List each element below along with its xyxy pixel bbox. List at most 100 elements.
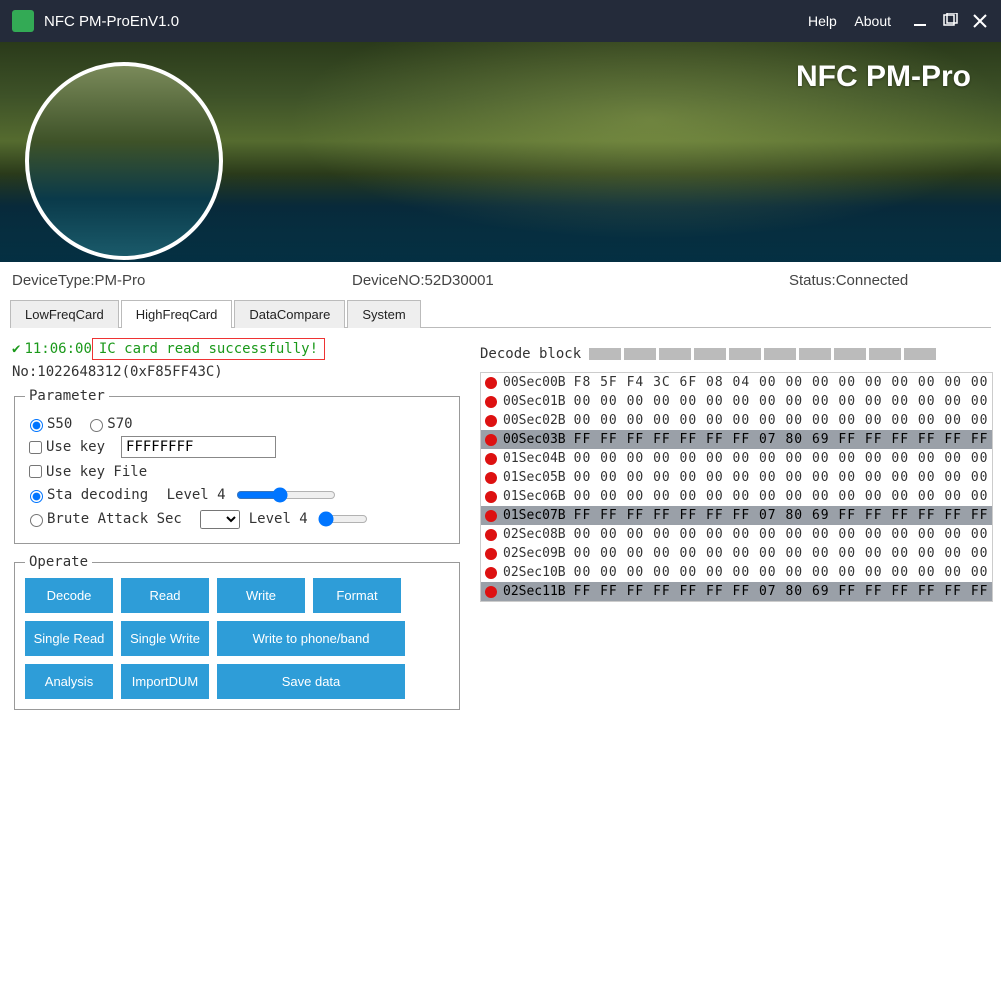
sector-row[interactable]: 00Sec03BFF FF FF FF FF FF FF 07 80 69 FF… <box>481 430 992 449</box>
brute-level: Level 4 <box>249 511 308 527</box>
sector-label: 01Sec05B <box>503 470 566 485</box>
sector-label: 02Sec08B <box>503 527 566 542</box>
sector-hex: 00 00 00 00 00 00 00 00 00 00 00 00 00 0… <box>574 489 989 504</box>
maximize-button[interactable] <box>941 12 959 30</box>
sta-decoding-label: Sta decoding <box>47 487 148 503</box>
sector-hex: 00 00 00 00 00 00 00 00 00 00 00 00 00 0… <box>574 527 989 542</box>
sector-status-dot <box>485 453 497 465</box>
write-to-phone-button[interactable]: Write to phone/band <box>217 621 405 656</box>
sector-status-dot <box>485 472 497 484</box>
use-key-label: Use key <box>46 439 105 455</box>
sector-data-panel[interactable]: 00Sec00B F8 5F F4 3C 6F 08 04 00 00 00 00… <box>480 372 993 602</box>
brand-title: NFC PM-Pro <box>796 60 971 94</box>
tab-bar: LowFreqCard HighFreqCard DataCompare Sys… <box>10 299 991 328</box>
sector-status-dot <box>485 396 497 408</box>
sector-row[interactable]: 01Sec06B 00 00 00 00 00 00 00 00 00 00 00… <box>481 487 992 506</box>
close-button[interactable] <box>971 12 989 30</box>
sector-label: 00Sec02B <box>503 413 566 428</box>
status-time: 11:06:00 <box>24 341 91 357</box>
device-no-label: DeviceNO: <box>352 272 425 289</box>
status-message: IC card read successfully! <box>92 338 325 360</box>
sector-label: 01Sec06B <box>503 489 566 504</box>
minimize-button[interactable] <box>911 12 929 30</box>
s50-label: S50 <box>47 416 72 432</box>
brute-sector-select[interactable] <box>200 510 240 529</box>
sector-hex: FF FF FF FF FF FF FF 07 80 69 FF FF FF F… <box>574 508 989 523</box>
decode-bar <box>904 348 936 360</box>
decode-bar <box>589 348 621 360</box>
decode-bar <box>869 348 901 360</box>
sta-decoding-radio[interactable] <box>30 490 43 503</box>
device-type-value: PM-Pro <box>95 272 146 289</box>
format-button[interactable]: Format <box>313 578 401 613</box>
single-read-button[interactable]: Single Read <box>25 621 113 656</box>
decode-bar <box>834 348 866 360</box>
use-key-checkbox[interactable] <box>29 441 42 454</box>
s70-radio[interactable] <box>90 419 103 432</box>
header-banner: NFC PM-Pro <box>0 42 1001 262</box>
sector-status-dot <box>485 491 497 503</box>
sector-hex: 00 00 00 00 00 00 00 00 00 00 00 00 00 0… <box>574 565 989 580</box>
decode-button[interactable]: Decode <box>25 578 113 613</box>
s50-radio[interactable] <box>30 419 43 432</box>
single-write-button[interactable]: Single Write <box>121 621 209 656</box>
sector-row[interactable]: 00Sec01B00 00 00 00 00 00 00 00 00 00 00… <box>481 392 992 411</box>
tab-lowfreq[interactable]: LowFreqCard <box>10 300 119 328</box>
sector-row[interactable]: 02Sec10B 00 00 00 00 00 00 00 00 00 00 00… <box>481 563 992 582</box>
brute-attack-radio[interactable] <box>30 514 43 527</box>
tab-highfreq[interactable]: HighFreqCard <box>121 300 233 328</box>
menu-about[interactable]: About <box>854 13 891 29</box>
decode-bar <box>799 348 831 360</box>
sta-level: Level 4 <box>167 487 226 503</box>
menu-help[interactable]: Help <box>808 13 837 29</box>
sector-label: 00Sec03B <box>503 432 566 447</box>
sector-row[interactable]: 01Sec07BFF FF FF FF FF FF FF 07 80 69 FF… <box>481 506 992 525</box>
sector-row[interactable]: 02Sec09B00 00 00 00 00 00 00 00 00 00 00… <box>481 544 992 563</box>
sector-row[interactable]: 01Sec05B 00 00 00 00 00 00 00 00 00 00 00… <box>481 468 992 487</box>
window-title: NFC PM-ProEnV1.0 <box>44 13 808 30</box>
decode-bar <box>624 348 656 360</box>
save-data-button[interactable]: Save data <box>217 664 405 699</box>
sector-status-dot <box>485 510 497 522</box>
s70-label: S70 <box>107 416 132 432</box>
decode-bar <box>729 348 761 360</box>
sector-row[interactable]: 01Sec04B00 00 00 00 00 00 00 00 00 00 00… <box>481 449 992 468</box>
status-value: Connected <box>836 272 909 289</box>
sector-row[interactable]: 00Sec02B 00 00 00 00 00 00 00 00 00 00 00… <box>481 411 992 430</box>
write-button[interactable]: Write <box>217 578 305 613</box>
sector-label: 00Sec00B <box>503 375 566 390</box>
status-label: Status: <box>789 272 836 289</box>
tab-datacompare[interactable]: DataCompare <box>234 300 345 328</box>
read-button[interactable]: Read <box>121 578 209 613</box>
sector-hex: FF FF FF FF FF FF FF 07 80 69 FF FF FF F… <box>574 584 989 599</box>
sector-status-dot <box>485 548 497 560</box>
import-dump-button[interactable]: ImportDUM <box>121 664 209 699</box>
parameter-legend: Parameter <box>25 388 109 404</box>
sta-level-slider[interactable] <box>236 487 336 503</box>
titlebar: NFC PM-ProEnV1.0 Help About <box>0 0 1001 42</box>
card-no-value: 1022648312(0xF85FF43C) <box>37 364 222 380</box>
sector-label: 02Sec10B <box>503 565 566 580</box>
sector-status-dot <box>485 586 497 598</box>
sector-hex: 00 00 00 00 00 00 00 00 00 00 00 00 00 0… <box>574 470 989 485</box>
device-info-bar: DeviceType:PM-Pro DeviceNO:52D30001 Stat… <box>0 262 1001 299</box>
brute-level-slider[interactable] <box>318 511 368 527</box>
sector-row[interactable]: 00Sec00B F8 5F F4 3C 6F 08 04 00 00 00 00… <box>481 373 992 392</box>
sector-status-dot <box>485 567 497 579</box>
sector-hex: F8 5F F4 3C 6F 08 04 00 00 00 00 00 00 0… <box>574 375 989 390</box>
sector-hex: 00 00 00 00 00 00 00 00 00 00 00 00 00 0… <box>574 413 989 428</box>
tab-system[interactable]: System <box>347 300 420 328</box>
device-no-value: 52D30001 <box>425 272 494 289</box>
sector-label: 01Sec04B <box>503 451 566 466</box>
sector-row[interactable]: 02Sec11BFF FF FF FF FF FF FF 07 80 69 FF… <box>481 582 992 601</box>
sector-status-dot <box>485 415 497 427</box>
use-key-input[interactable] <box>121 436 276 458</box>
operate-fieldset: Operate Decode Read Write Format Single … <box>14 554 460 710</box>
sector-status-dot <box>485 434 497 446</box>
use-key-file-checkbox[interactable] <box>29 465 42 478</box>
analysis-button[interactable]: Analysis <box>25 664 113 699</box>
banner-avatar <box>25 62 223 260</box>
parameter-fieldset: Parameter S50 S70 Use key Use key File S… <box>14 388 460 544</box>
brute-attack-label: Brute Attack Sec <box>47 511 182 527</box>
sector-row[interactable]: 02Sec08B 00 00 00 00 00 00 00 00 00 00 00… <box>481 525 992 544</box>
